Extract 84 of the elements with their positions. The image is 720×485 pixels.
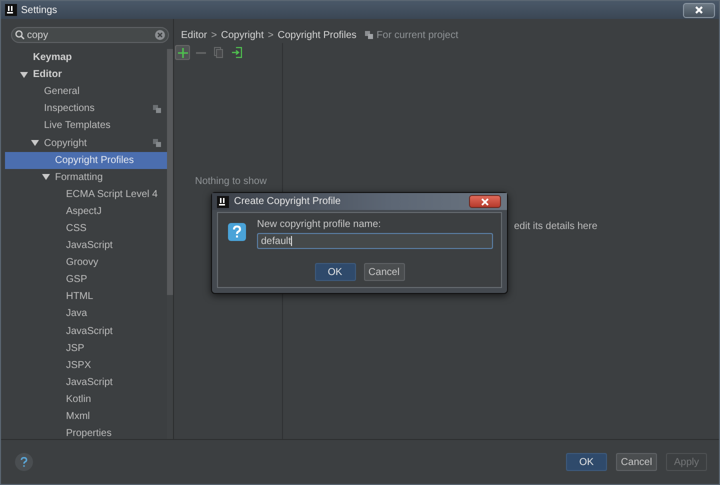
tree-item[interactable]: JSP [5, 340, 167, 357]
tree-item[interactable]: JSPX [5, 356, 167, 374]
tree-item-label: Editor [33, 69, 62, 80]
tree-item-label: Inspections [44, 103, 95, 114]
tree-item-label: Groovy [66, 257, 98, 268]
breadcrumb-item: Copyright Profiles [278, 30, 357, 40]
clear-icon[interactable] [155, 30, 165, 40]
tree-item[interactable]: Editor [5, 66, 167, 84]
help-button[interactable] [15, 453, 33, 471]
tree-item-label: ECMA Script Level 4 [66, 188, 158, 200]
tree-item-label: Live Templates [44, 120, 111, 132]
search-icon [15, 30, 25, 40]
tree-item-label: Kotlin [66, 394, 92, 405]
search-field[interactable]: copy [11, 27, 169, 43]
app-logo-icon [217, 196, 229, 208]
expanded-arrow-icon[interactable] [42, 173, 50, 182]
tree-item-label: Java [66, 308, 88, 320]
tree-item[interactable]: Properties [5, 425, 167, 439]
tree-item[interactable]: Mxml [5, 408, 167, 426]
breadcrumb-item: Copyright [220, 30, 264, 40]
window-title: Settings [21, 4, 58, 16]
tree-item-label: GSP [66, 274, 88, 286]
copy-icon [214, 47, 223, 58]
dialog-button[interactable]: Cancel [364, 263, 404, 281]
tree-item-label: JavaScript [66, 376, 113, 388]
tree-item-label: HTML [66, 291, 94, 302]
close-icon [481, 198, 489, 206]
tree-item[interactable]: Live Templates [5, 117, 167, 134]
tree-item[interactable]: CSS [5, 220, 167, 238]
app-logo-icon [5, 4, 17, 16]
empty-list-message: Nothing to show [195, 176, 268, 187]
tree-item[interactable]: Java [5, 305, 167, 322]
tree-item[interactable]: JavaScript [5, 237, 167, 254]
dialog-button[interactable]: OK [566, 453, 607, 471]
tree-item-label: General [44, 86, 80, 98]
tree-item[interactable]: Copyright Profiles [5, 152, 167, 169]
expanded-arrow-icon[interactable] [31, 139, 39, 148]
tree-item[interactable]: Formatting [5, 168, 167, 186]
scope-note: For current project [376, 30, 458, 40]
tree-item[interactable]: Kotlin [5, 390, 167, 408]
question-icon [20, 457, 28, 467]
tree-item-label: CSS [66, 222, 87, 234]
add-button[interactable] [175, 45, 190, 60]
prompt-label: New copyright profile name: [257, 219, 382, 230]
close-button[interactable] [683, 2, 715, 18]
tree-item[interactable]: AspectJ [5, 202, 167, 220]
dialog-title: Create Copyright Profile [234, 196, 341, 207]
tree-item[interactable]: Keymap [5, 49, 167, 66]
tree-item-label: AspectJ [66, 206, 102, 217]
tree-item-label: JavaScript [66, 240, 113, 252]
tree-item[interactable]: JavaScript [5, 374, 167, 391]
tree-item[interactable]: Groovy [5, 254, 167, 272]
tree-item-label: Copyright [44, 138, 87, 149]
tree-item-label: Formatting [55, 172, 103, 183]
breadcrumb-item: Editor [181, 30, 208, 40]
dialog-button[interactable]: Cancel [616, 453, 657, 471]
plus-icon [178, 48, 188, 58]
tree-item[interactable]: ECMA Script Level 4 [5, 186, 167, 203]
tree-item-label: JSPX [66, 360, 92, 371]
dialog-button[interactable]: OK [314, 263, 356, 281]
tree-item-label: Copyright Profiles [55, 154, 134, 166]
close-icon [695, 6, 703, 14]
tree-item[interactable]: HTML [5, 288, 167, 306]
tree-item[interactable]: Copyright [5, 134, 167, 152]
question-icon [228, 223, 246, 241]
tree-item-label: Keymap [33, 52, 72, 64]
project-scope-icon [364, 31, 373, 39]
tree-item-label: JavaScript [66, 326, 113, 337]
name-input-field[interactable]: default [257, 233, 493, 249]
import-icon [232, 47, 242, 58]
tree-item-label: JSP [66, 342, 84, 354]
details-hint: edit its details here [514, 221, 598, 232]
tree-item-label: Mxml [66, 411, 90, 422]
tree-item[interactable]: Inspections [5, 100, 167, 118]
breadcrumb-separator: > [211, 30, 217, 40]
tree-item-label: Properties [66, 428, 112, 439]
tree-item[interactable]: General [5, 83, 167, 100]
minus-icon [196, 52, 206, 54]
import-button[interactable] [229, 45, 244, 60]
close-button[interactable] [469, 195, 501, 208]
tree-item[interactable]: JavaScript [5, 322, 167, 340]
breadcrumb-separator: > [268, 30, 274, 40]
expanded-arrow-icon[interactable] [20, 70, 28, 79]
tree-item[interactable]: GSP [5, 271, 167, 288]
